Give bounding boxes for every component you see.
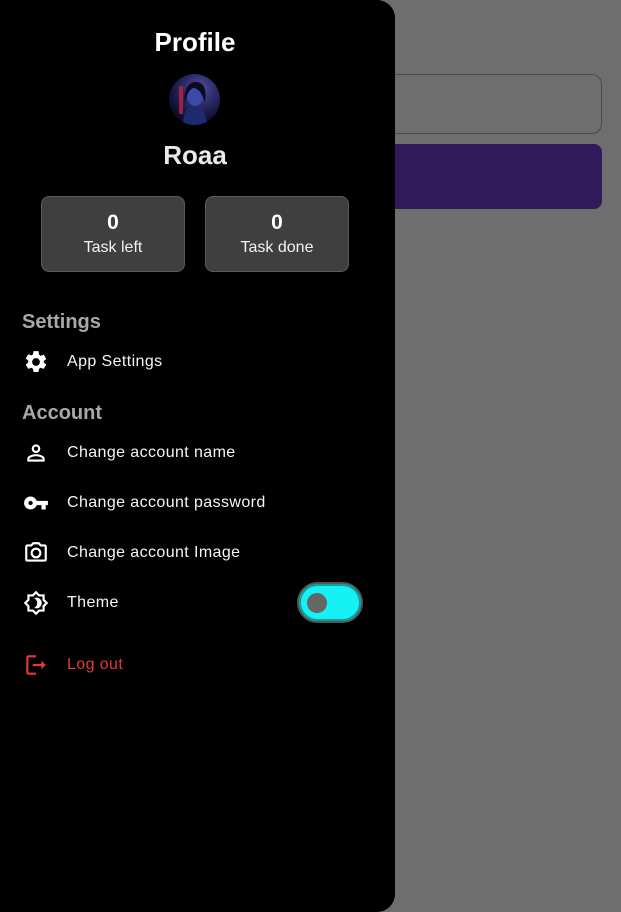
- brightness-icon: [22, 589, 50, 617]
- key-icon: [22, 489, 50, 517]
- menu-item-change-account-name[interactable]: Change account name: [22, 438, 372, 468]
- camera-icon: [22, 539, 50, 567]
- person-icon: [22, 439, 50, 467]
- logout-button[interactable]: Log out: [22, 650, 372, 680]
- task-done-label: Task done: [240, 239, 314, 256]
- task-left-count: 0: [107, 211, 119, 234]
- task-done-count: 0: [271, 211, 283, 234]
- background-primary-button: [360, 144, 602, 209]
- logout-icon: [22, 651, 50, 679]
- menu-item-app-settings[interactable]: App Settings: [22, 347, 372, 377]
- user-name: Roaa: [163, 140, 227, 170]
- theme-toggle-switch[interactable]: [297, 582, 363, 623]
- menu-item-label: Theme: [67, 594, 119, 611]
- stat-card-task-done: 0 Task done: [205, 196, 349, 272]
- menu-item-label: Change account Image: [67, 544, 241, 561]
- menu-item-change-account-image[interactable]: Change account Image: [22, 538, 372, 568]
- menu-item-label: App Settings: [67, 353, 163, 370]
- gear-icon: [22, 348, 50, 376]
- stat-card-task-left: 0 Task left: [41, 196, 185, 272]
- menu-item-change-account-password[interactable]: Change account password: [22, 488, 372, 518]
- section-title-account: Account: [22, 402, 102, 424]
- task-left-label: Task left: [83, 239, 143, 256]
- background-text-field: [360, 74, 602, 134]
- drawer-title: Profile: [154, 27, 236, 57]
- logout-label: Log out: [67, 656, 124, 673]
- avatar[interactable]: [169, 74, 220, 125]
- profile-drawer: Profile Roaa 0 Task left 0 Task done Set…: [0, 0, 395, 912]
- avatar-image: [179, 82, 207, 125]
- menu-item-label: Change account name: [67, 444, 236, 461]
- section-title-settings: Settings: [22, 311, 101, 333]
- toggle-knob: [307, 593, 327, 613]
- menu-item-label: Change account password: [67, 494, 266, 511]
